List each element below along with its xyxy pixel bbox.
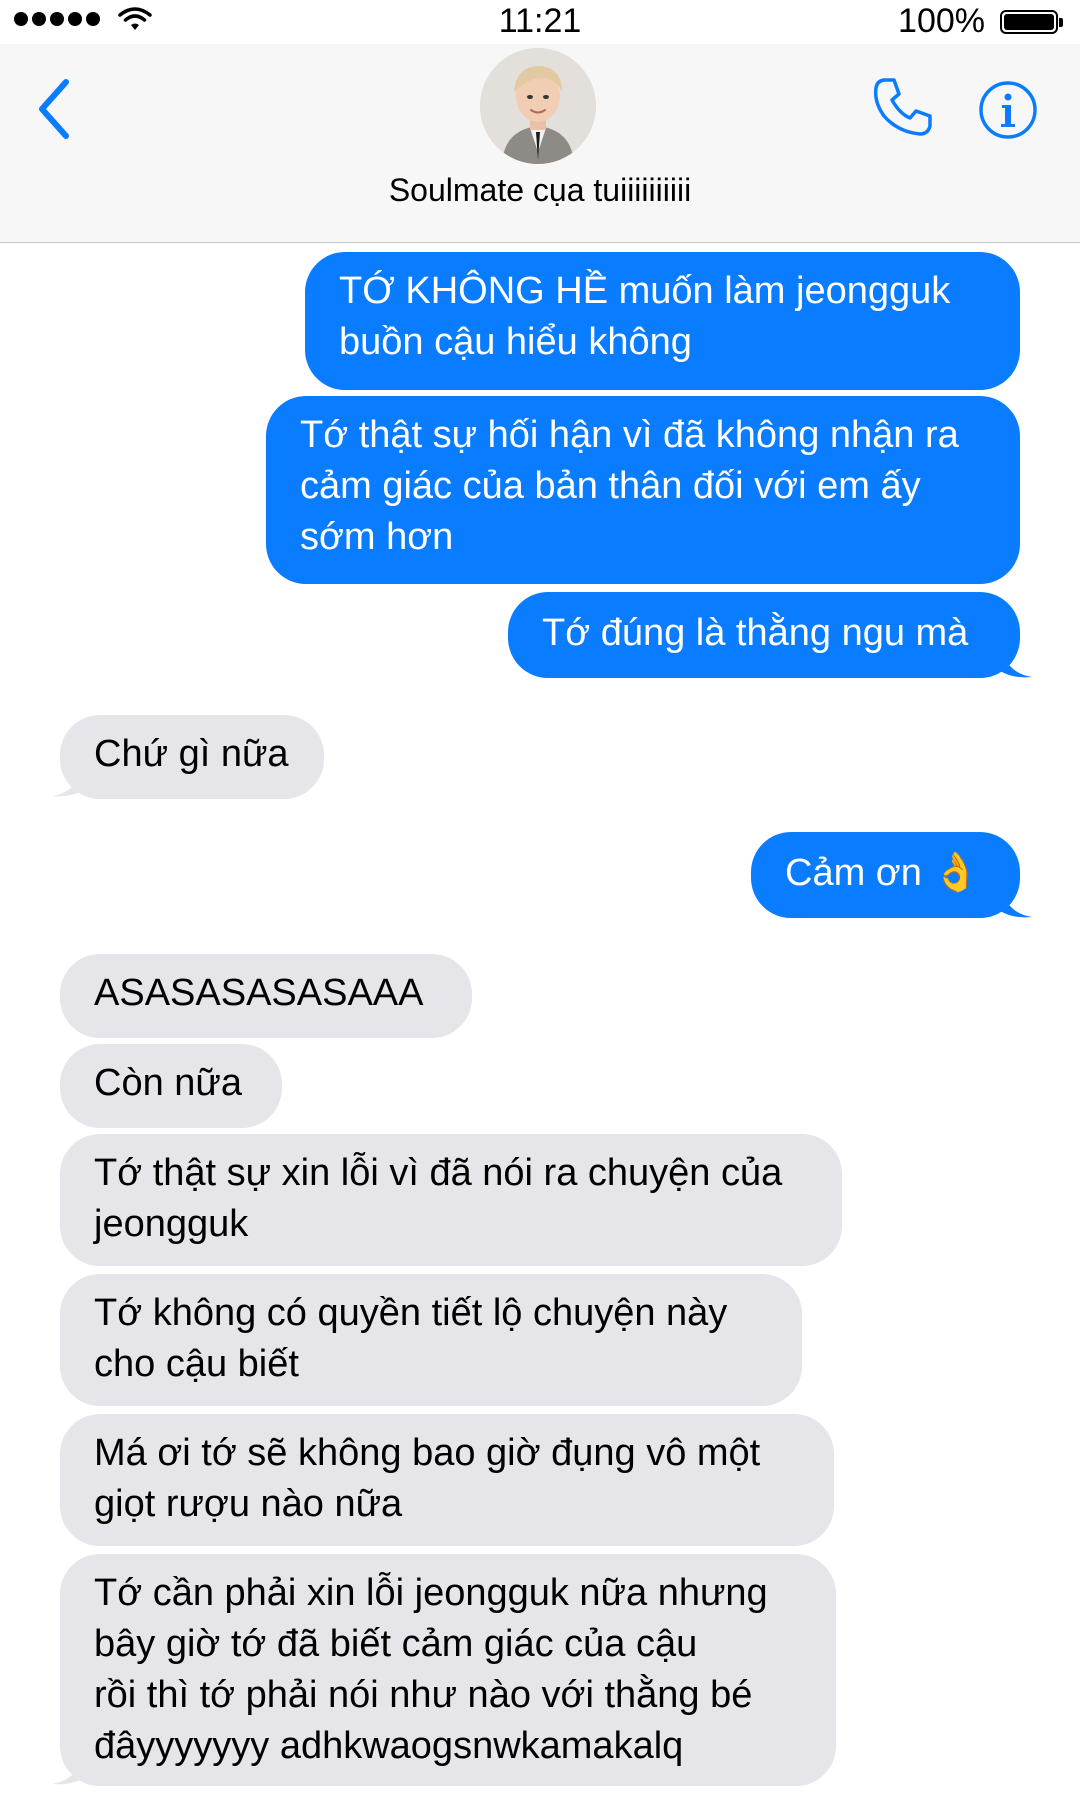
bubble-tail <box>52 1752 84 1785</box>
message-bubble-received[interactable]: ASASASASASAAA <box>60 954 472 1038</box>
message-bubble-received[interactable]: Má ơi tớ sẽ không bao giờ đụng vô một gi… <box>60 1414 834 1546</box>
status-bar: 11:21 100% <box>0 0 1080 44</box>
message-bubble-received[interactable]: Tớ cần phải xin lỗi jeongguk nữa nhưng b… <box>60 1554 836 1786</box>
message-bubble-sent[interactable]: Cảm ơn 👌 <box>751 832 1020 918</box>
bubble-tail <box>1000 885 1032 918</box>
battery-percentage: 100% <box>898 2 985 40</box>
contact-avatar[interactable] <box>480 48 596 164</box>
phone-icon[interactable] <box>870 74 936 140</box>
message-bubble-sent[interactable]: TỚ KHÔNG HỀ muốn làm jeongguk buồn cậu h… <box>305 252 1020 390</box>
contact-name[interactable]: Soulmate cụa tuiiiiiiiiii <box>0 172 1080 209</box>
conversation-header: Soulmate cụa tuiiiiiiiiii <box>0 44 1080 243</box>
info-icon[interactable] <box>978 80 1038 140</box>
bubble-tail <box>1000 645 1032 678</box>
bubble-tail <box>52 764 84 797</box>
back-chevron-icon[interactable] <box>34 74 74 144</box>
message-bubble-sent[interactable]: Tớ thật sự hối hận vì đã không nhận ra c… <box>266 396 1020 584</box>
message-bubble-sent[interactable]: Tớ đúng là thằng ngu mà <box>508 592 1020 678</box>
message-bubble-received[interactable]: Tớ không có quyền tiết lộ chuyện này cho… <box>60 1274 802 1406</box>
battery-icon <box>1000 10 1063 34</box>
message-bubble-received[interactable]: Tớ thật sự xin lỗi vì đã nói ra chuyện c… <box>60 1134 842 1266</box>
message-bubble-received[interactable]: Còn nữa <box>60 1044 282 1128</box>
message-bubble-received[interactable]: Chứ gì nữa <box>60 715 324 799</box>
